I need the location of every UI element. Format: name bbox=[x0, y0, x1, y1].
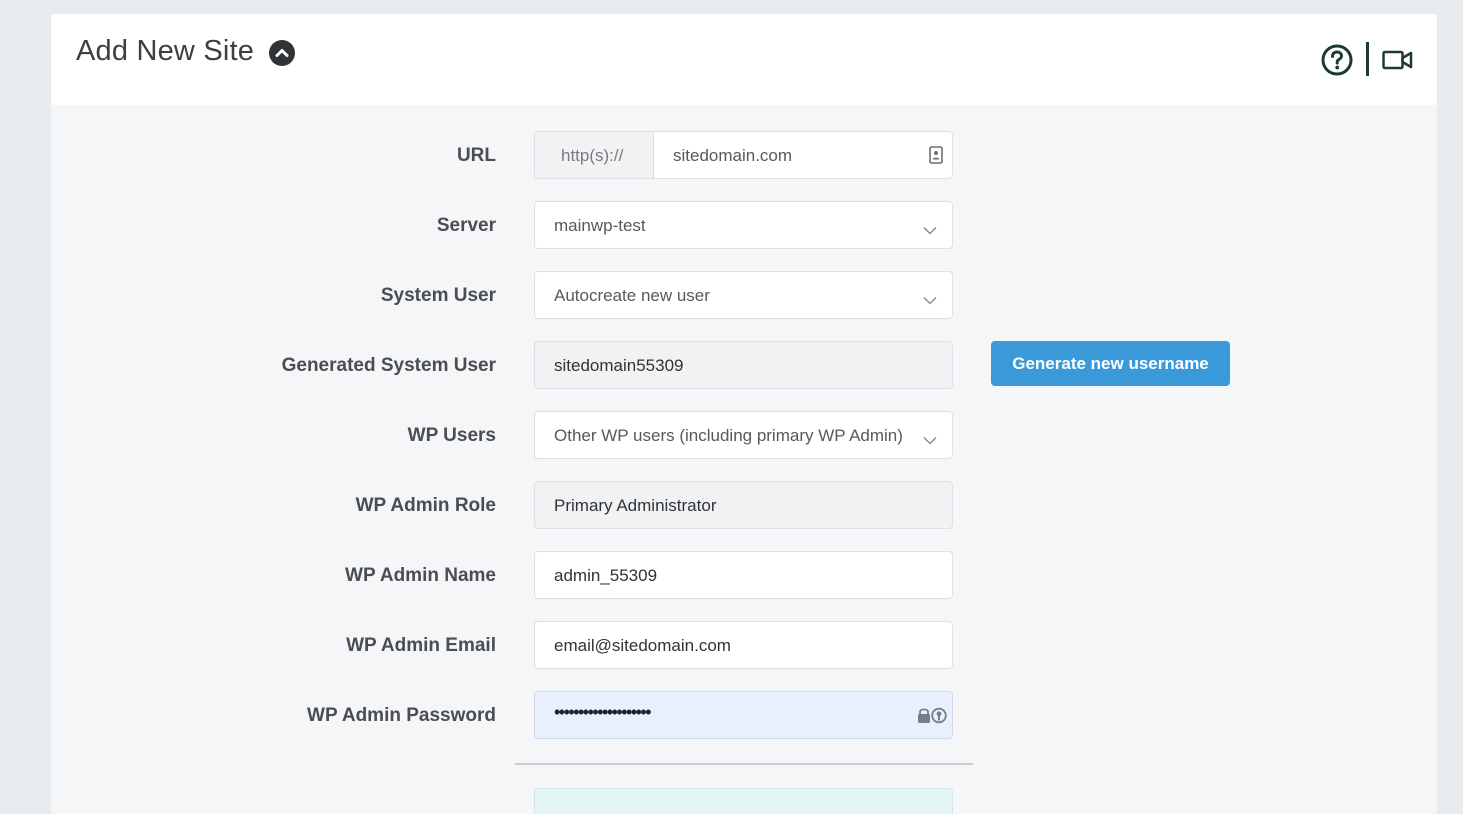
chevron-up-circle-icon[interactable] bbox=[269, 40, 295, 66]
wp-admin-name-label: WP Admin Name bbox=[345, 565, 496, 586]
server-select[interactable]: mainwp-test bbox=[534, 201, 953, 249]
video-icon[interactable] bbox=[1382, 48, 1413, 72]
generated-system-user-label: Generated System User bbox=[281, 355, 496, 376]
wp-users-select-value: Other WP users (including primary WP Adm… bbox=[554, 426, 903, 445]
chevron-down-icon bbox=[923, 430, 937, 450]
add-site-panel: Add New Site URL http(s):// sitedomain.c… bbox=[51, 14, 1437, 814]
wp-admin-email-label: WP Admin Email bbox=[346, 635, 496, 656]
system-user-label: System User bbox=[380, 285, 496, 306]
generate-username-button[interactable]: Generate new username bbox=[991, 341, 1230, 386]
wp-admin-role-label: WP Admin Role bbox=[355, 495, 496, 516]
url-label: URL bbox=[456, 145, 496, 166]
page-title: Add New Site bbox=[76, 35, 255, 67]
contact-card-icon[interactable] bbox=[929, 146, 943, 169]
wp-admin-email-input[interactable]: email@sitedomain.com bbox=[534, 621, 953, 669]
wp-users-select[interactable]: Other WP users (including primary WP Adm… bbox=[534, 411, 953, 459]
password-masked-value: •••••••••••••••••••• bbox=[554, 702, 652, 722]
info-notice bbox=[534, 788, 953, 814]
server-label: Server bbox=[436, 215, 496, 236]
server-select-value: mainwp-test bbox=[554, 216, 646, 235]
system-user-select-value: Autocreate new user bbox=[554, 286, 710, 305]
wp-users-label: WP Users bbox=[407, 425, 496, 446]
generated-system-user-value: sitedomain55309 bbox=[554, 356, 684, 375]
chevron-down-icon bbox=[923, 220, 937, 240]
chevron-down-icon bbox=[923, 290, 937, 310]
system-user-select[interactable]: Autocreate new user bbox=[534, 271, 953, 319]
wp-admin-name-value: admin_55309 bbox=[554, 566, 658, 585]
help-circle-icon[interactable] bbox=[1321, 44, 1353, 76]
generated-system-user-field: sitedomain55309 bbox=[534, 341, 953, 389]
wp-admin-password-input[interactable]: •••••••••••••••••••• bbox=[534, 691, 953, 739]
wp-admin-role-field: Primary Administrator bbox=[534, 481, 953, 529]
header-divider bbox=[1366, 42, 1369, 76]
wp-admin-email-value: email@sitedomain.com bbox=[554, 636, 731, 655]
panel-header: Add New Site bbox=[51, 14, 1437, 105]
url-prefix-text: http(s):// bbox=[561, 146, 624, 165]
wp-admin-name-input[interactable]: admin_55309 bbox=[534, 551, 953, 599]
url-prefix: http(s):// bbox=[535, 132, 654, 178]
wp-admin-password-label: WP Admin Password bbox=[307, 705, 496, 726]
url-field[interactable]: http(s):// sitedomain.com bbox=[534, 131, 953, 179]
form-divider bbox=[515, 763, 973, 765]
password-manager-key-icon[interactable] bbox=[917, 706, 947, 729]
url-input-value[interactable]: sitedomain.com bbox=[673, 146, 792, 166]
wp-admin-role-value: Primary Administrator bbox=[554, 496, 717, 515]
